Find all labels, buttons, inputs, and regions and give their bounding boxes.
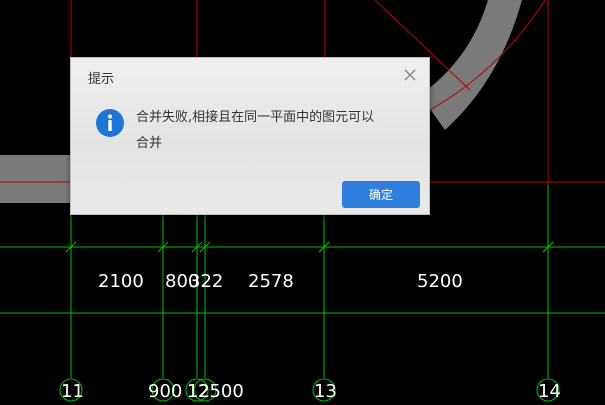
info-icon [96,109,124,137]
axis-label: 11 [61,381,84,402]
close-icon[interactable] [403,68,417,82]
dimension-text: 2578 [248,271,294,292]
wall-horizontal [0,155,75,203]
axis-label: 13 [314,381,337,402]
dialog-title: 提示 [88,72,115,87]
dimension-text: 322 [189,271,223,292]
axis-label: 900 [148,381,182,402]
message-line: 合并失败,相接且在同一平面中的图元可以 [136,110,375,125]
ok-button[interactable]: 确定 [342,181,420,208]
axis-label: 2500 [198,381,244,402]
wall-curved [420,0,522,130]
dialog-message: 合并失败,相接且在同一平面中的图元可以 合并 [136,105,411,157]
dimension-text: 2100 [98,271,144,292]
axis-label: 14 [538,381,561,402]
dimension-text: 5200 [417,271,463,292]
alert-dialog: 提示 合并失败,相接且在同一平面中的图元可以 合并 确定 [70,57,430,215]
message-line: 合并 [136,136,163,151]
